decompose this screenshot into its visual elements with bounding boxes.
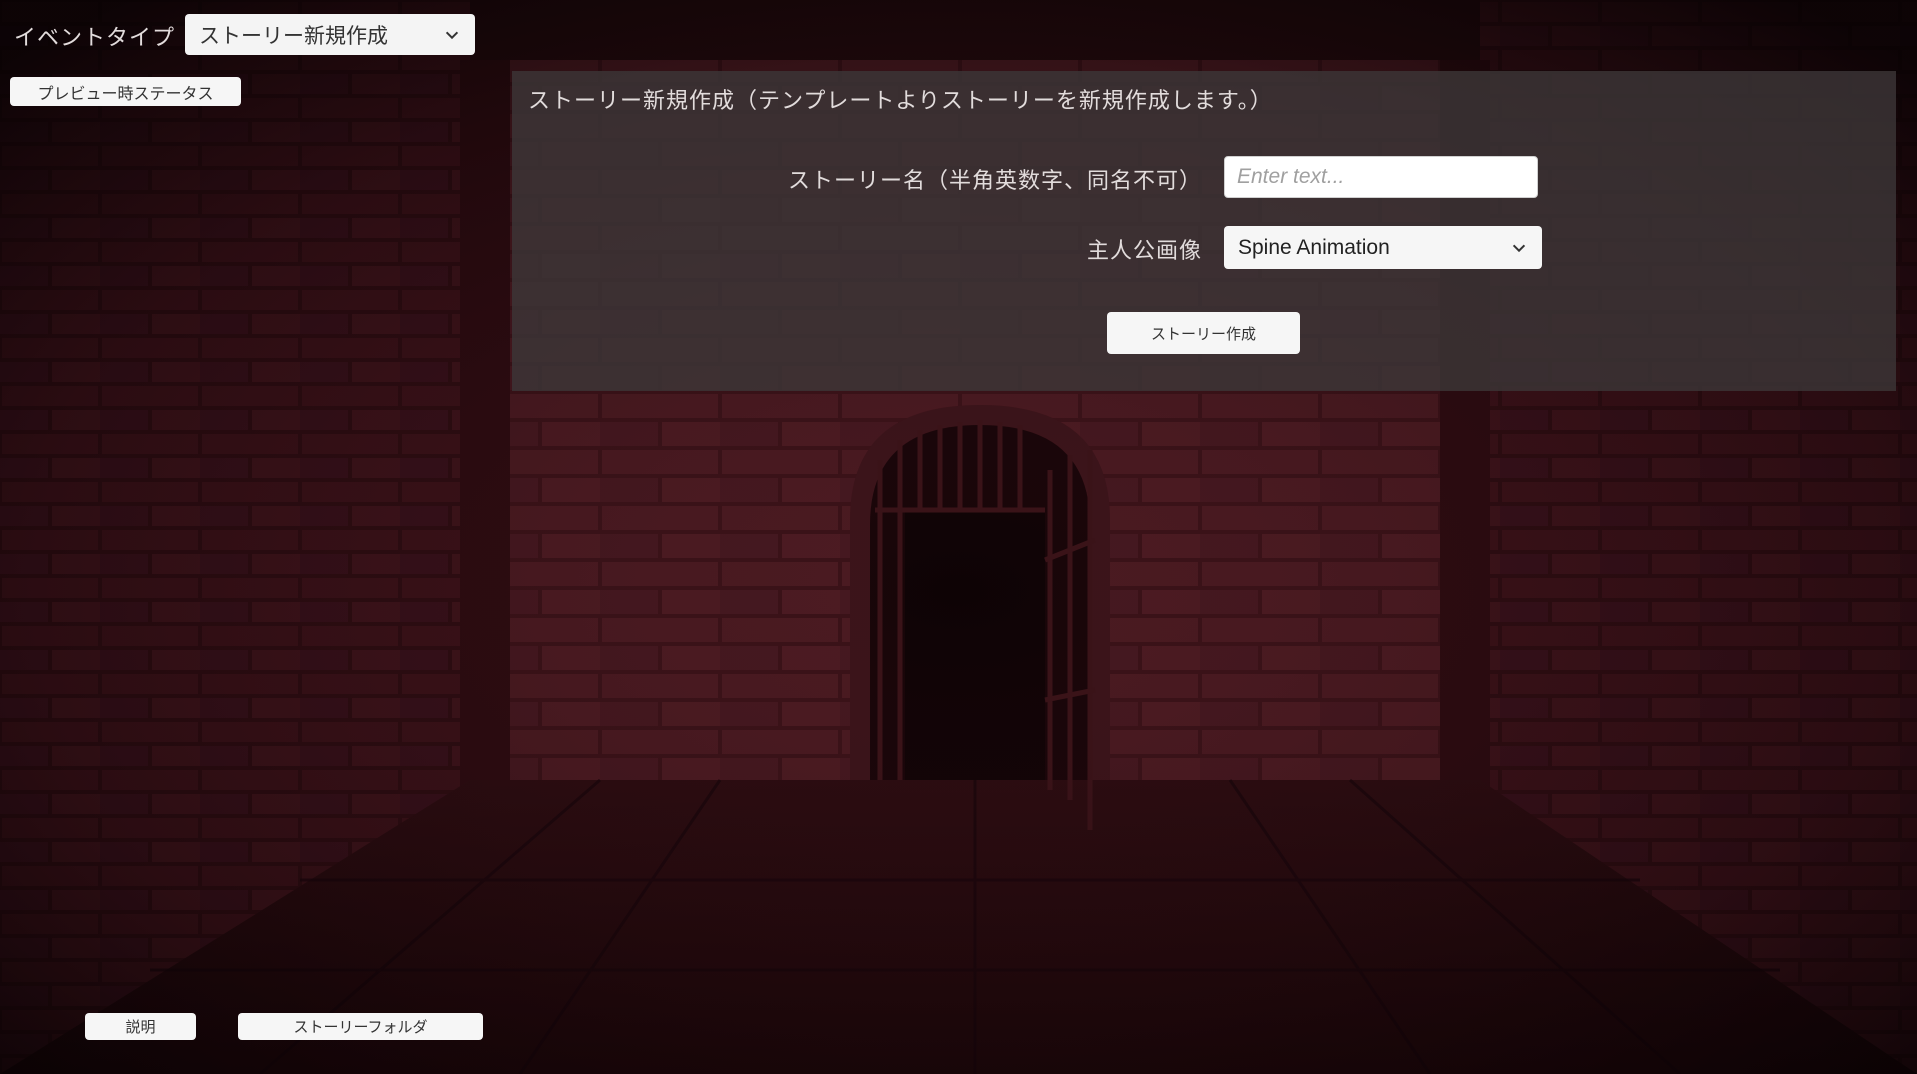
hero-image-label: 主人公画像 [1087,239,1203,264]
story-create-panel: ストーリー新規作成（テンプレートよりストーリーを新規作成します。） ストーリー名… [512,71,1896,391]
game-scene: イベントタイプ ストーリー新規作成 プレビュー時ステータス ストーリー新規作成（… [0,0,1917,1074]
chevron-down-icon [1512,244,1526,252]
event-type-selected-value: ストーリー新規作成 [199,23,388,48]
story-name-label: ストーリー名（半角英数字、同名不可） [788,169,1203,194]
hero-image-selected-value: Spine Animation [1238,235,1390,259]
event-type-dropdown[interactable]: ストーリー新規作成 [185,14,475,55]
event-type-label: イベントタイプ [14,26,176,51]
story-folder-button[interactable]: ストーリーフォルダ [238,1013,483,1040]
help-button[interactable]: 説明 [85,1013,196,1040]
story-name-input[interactable] [1224,156,1538,198]
chevron-down-icon [445,31,459,39]
panel-title: ストーリー新規作成（テンプレートよりストーリーを新規作成します。） [528,89,1273,114]
preview-status-button[interactable]: プレビュー時ステータス [10,77,241,106]
hero-image-dropdown[interactable]: Spine Animation [1224,226,1542,269]
create-story-button[interactable]: ストーリー作成 [1107,312,1300,354]
